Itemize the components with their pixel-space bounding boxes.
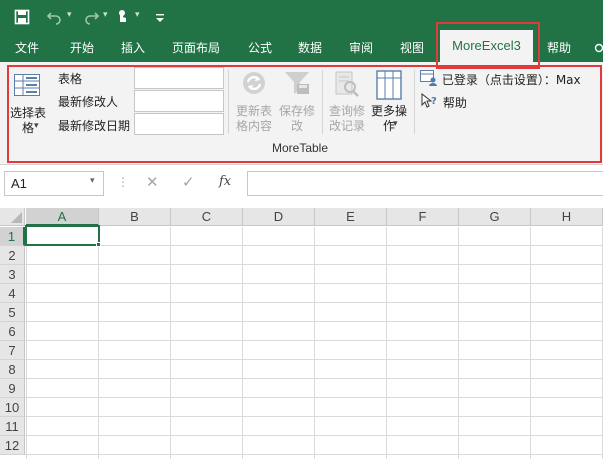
row-header-3[interactable]: 3 <box>0 265 25 284</box>
column-header-d[interactable]: D <box>243 208 315 226</box>
column-header-a[interactable]: A <box>26 208 99 226</box>
undo-icon[interactable] <box>44 7 64 27</box>
formula-input[interactable] <box>247 171 603 196</box>
customize-icon[interactable] <box>150 7 170 27</box>
tab-review[interactable]: 审阅 <box>349 34 373 62</box>
tab-page-layout[interactable]: 页面布局 <box>172 34 220 62</box>
column-header-h[interactable]: H <box>531 208 603 226</box>
name-box[interactable]: A1 <box>4 171 104 196</box>
row-header-11[interactable]: 11 <box>0 417 25 436</box>
tab-data[interactable]: 数据 <box>298 34 322 62</box>
tab-file[interactable]: 文件 <box>15 34 39 62</box>
column-header-g[interactable]: G <box>459 208 531 226</box>
tab-help[interactable]: 帮助 <box>547 34 571 62</box>
confirm-entry-icon[interactable]: ✓ <box>182 173 195 191</box>
undo-dropdown-icon[interactable]: ▾ <box>67 10 72 20</box>
row-header-9[interactable]: 9 <box>0 379 25 398</box>
tab-insert[interactable]: 插入 <box>121 34 145 62</box>
ribbon-highlight-box <box>7 65 602 163</box>
cancel-entry-icon[interactable]: ✕ <box>146 173 159 191</box>
row-header-8[interactable]: 8 <box>0 360 25 379</box>
column-header-b[interactable]: B <box>99 208 171 226</box>
column-header-f[interactable]: F <box>387 208 459 226</box>
tell-me-search-icon[interactable] <box>592 34 603 62</box>
touch-dropdown-icon[interactable]: ▾ <box>135 10 140 20</box>
row-header-6[interactable]: 6 <box>0 322 25 341</box>
redo-dropdown-icon[interactable]: ▾ <box>103 10 108 20</box>
active-cell-a1[interactable] <box>25 225 100 246</box>
insert-function-icon[interactable]: fx <box>219 174 231 189</box>
column-header-c[interactable]: C <box>171 208 243 226</box>
fill-handle[interactable] <box>96 242 101 247</box>
row-header-7[interactable]: 7 <box>0 341 25 360</box>
row-header-10[interactable]: 10 <box>0 398 25 417</box>
tab-view[interactable]: 视图 <box>400 34 424 62</box>
row-header-1[interactable]: 1 <box>0 227 25 246</box>
cell-grid[interactable] <box>25 227 603 459</box>
row-header-12[interactable]: 12 <box>0 436 25 455</box>
select-all-corner[interactable] <box>0 208 25 226</box>
name-box-dropdown-icon[interactable]: ▾ <box>90 176 95 186</box>
row-header-2[interactable]: 2 <box>0 246 25 265</box>
row-header-4[interactable]: 4 <box>0 284 25 303</box>
tab-formulas[interactable]: 公式 <box>248 34 272 62</box>
column-header-e[interactable]: E <box>315 208 387 226</box>
tab-home[interactable]: 开始 <box>70 34 94 62</box>
redo-icon[interactable] <box>82 7 102 27</box>
row-header-5[interactable]: 5 <box>0 303 25 322</box>
formula-bar-grip-icon: ⋮ <box>117 175 129 189</box>
touch-mode-icon[interactable] <box>113 7 133 27</box>
save-icon[interactable] <box>12 7 32 27</box>
tab-highlight-box <box>436 22 540 69</box>
